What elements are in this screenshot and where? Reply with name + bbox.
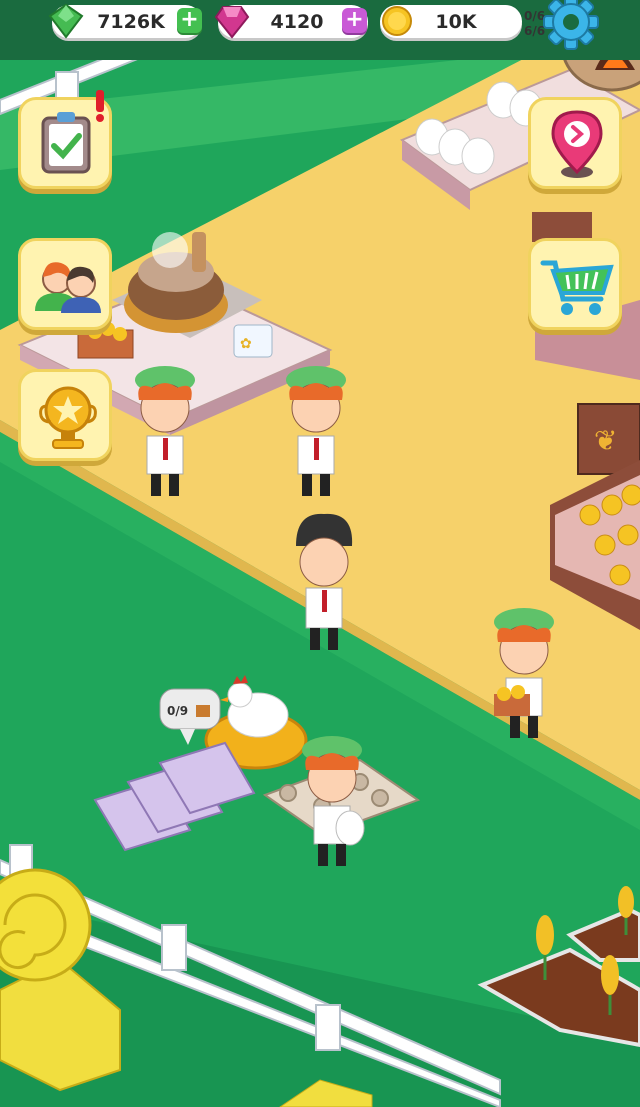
svg-text:❦: ❦ — [594, 424, 617, 457]
shop-button[interactable] — [528, 238, 622, 330]
staff-icon — [35, 262, 101, 313]
add-cash-button[interactable]: + — [177, 8, 202, 33]
coin-value: 10K — [435, 11, 477, 33]
flour-bag: ✿ — [233, 324, 273, 358]
gear-icon[interactable] — [541, 0, 601, 52]
add-gems-button[interactable]: + — [342, 8, 367, 33]
map-pin-icon — [551, 110, 603, 178]
trophy-icon — [39, 386, 97, 449]
svg-text:✿: ✿ — [240, 336, 252, 352]
shopping-cart-icon — [540, 260, 614, 315]
cash-icon — [48, 3, 84, 39]
achievements-button[interactable] — [18, 369, 112, 461]
map-button[interactable] — [528, 97, 622, 189]
gem-value: 4120 — [270, 11, 324, 33]
nest-capacity-label: 0/9 — [167, 704, 189, 718]
exclamation-icon — [96, 90, 104, 122]
staff-button[interactable] — [18, 238, 112, 330]
gem-icon — [214, 6, 250, 39]
coin-icon — [382, 6, 412, 36]
cash-value: 7126K — [97, 11, 165, 33]
